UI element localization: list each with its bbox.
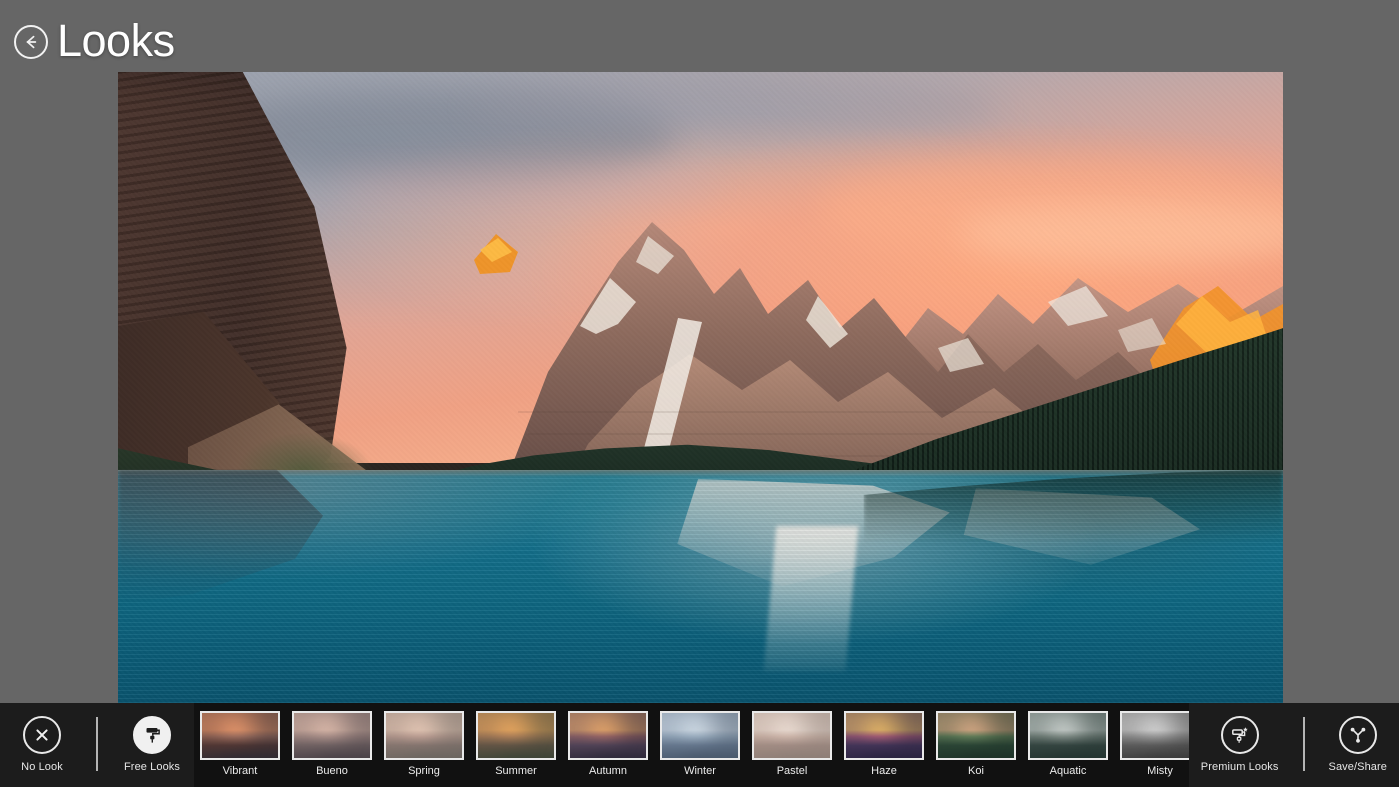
back-button[interactable] xyxy=(14,25,48,59)
look-thumbnail-label: Haze xyxy=(871,765,897,777)
look-thumb-gradient xyxy=(202,713,278,758)
look-thumbnail-label: Koi xyxy=(968,765,984,777)
save-share-label: Save/Share xyxy=(1328,761,1387,773)
paint-roller-star-icon xyxy=(1220,716,1259,754)
photo-canvas[interactable] xyxy=(118,72,1283,703)
page-title: Looks xyxy=(57,15,175,66)
reflection-cliff xyxy=(118,469,324,605)
look-thumbnail-image xyxy=(200,711,280,760)
shoreline xyxy=(118,469,1283,477)
reflection-snow xyxy=(963,488,1201,565)
look-thumb-gradient xyxy=(846,713,922,758)
look-thumb-gradient xyxy=(1030,713,1106,758)
save-share-button[interactable]: Save/Share xyxy=(1317,703,1399,787)
bottom-appbar: No Look Free Looks Vibrant Bueno Spring … xyxy=(0,703,1399,787)
photo-editor-app: Looks No Look Free Looks Vibrant Bueno S… xyxy=(0,0,1399,787)
look-thumb-gradient xyxy=(938,713,1014,758)
look-thumbnail[interactable]: Winter xyxy=(654,711,746,777)
look-thumb-gradient xyxy=(1122,713,1189,758)
look-thumbnail-image xyxy=(844,711,924,760)
look-thumbnail[interactable]: Haze xyxy=(838,711,930,777)
appbar-divider-right xyxy=(1291,703,1317,771)
look-thumbnail-image xyxy=(660,711,740,760)
look-thumbnail-label: Pastel xyxy=(776,765,808,777)
look-thumbnail[interactable]: Koi xyxy=(930,711,1022,777)
edited-photo xyxy=(118,72,1283,703)
paint-roller-icon xyxy=(133,716,171,754)
share-icon xyxy=(1338,716,1377,754)
look-thumbnail-image xyxy=(1028,711,1108,760)
app-header: Looks xyxy=(0,0,1399,72)
look-thumbnail[interactable]: Aquatic xyxy=(1022,711,1114,777)
look-thumbnail-image xyxy=(752,711,832,760)
looks-thumbnail-strip[interactable]: Vibrant Bueno Spring Summer Autumn Winte… xyxy=(194,703,1189,787)
look-thumbnail[interactable]: Pastel xyxy=(746,711,838,777)
look-thumbnail[interactable]: Bueno xyxy=(286,711,378,777)
look-thumb-gradient xyxy=(294,713,370,758)
free-looks-button[interactable]: Free Looks xyxy=(110,703,194,787)
look-thumbnail-image xyxy=(1120,711,1189,760)
back-arrow-icon xyxy=(26,35,37,49)
premium-looks-button[interactable]: Premium Looks xyxy=(1189,703,1291,787)
reflection-snow xyxy=(677,478,950,587)
no-look-label: No Look xyxy=(21,761,63,773)
lake-region xyxy=(118,469,1283,703)
look-thumbnail-image xyxy=(936,711,1016,760)
look-thumbnail-image xyxy=(476,711,556,760)
premium-looks-label: Premium Looks xyxy=(1200,761,1279,773)
look-thumbnail-label: Autumn xyxy=(589,765,627,777)
look-thumbnail-image xyxy=(384,711,464,760)
look-thumbnail-label: Summer xyxy=(495,765,537,777)
look-thumb-gradient xyxy=(478,713,554,758)
appbar-divider-left xyxy=(84,703,110,771)
look-thumbnail-label: Spring xyxy=(408,765,440,777)
look-thumbnail-label: Bueno xyxy=(316,765,348,777)
look-thumbnail-label: Winter xyxy=(684,765,716,777)
look-thumb-gradient xyxy=(754,713,830,758)
look-thumb-gradient xyxy=(386,713,462,758)
reflection-streak xyxy=(764,525,859,671)
look-thumbnail[interactable]: Autumn xyxy=(562,711,654,777)
look-thumbnail-image xyxy=(292,711,372,760)
look-thumbnail[interactable]: Spring xyxy=(378,711,470,777)
look-thumbnail[interactable]: Misty xyxy=(1114,711,1189,777)
close-circle-icon xyxy=(23,716,61,754)
look-thumbnail-image xyxy=(568,711,648,760)
reflection-forest xyxy=(863,469,1283,545)
no-look-button[interactable]: No Look xyxy=(0,703,84,787)
look-thumb-gradient xyxy=(662,713,738,758)
look-thumbnail-label: Aquatic xyxy=(1049,765,1087,777)
look-thumb-gradient xyxy=(570,713,646,758)
look-thumbnail[interactable]: Vibrant xyxy=(194,711,286,777)
look-thumbnail-label: Vibrant xyxy=(222,765,258,777)
look-thumbnail[interactable]: Summer xyxy=(470,711,562,777)
free-looks-label: Free Looks xyxy=(123,761,181,773)
look-thumbnail-label: Misty xyxy=(1147,765,1173,777)
